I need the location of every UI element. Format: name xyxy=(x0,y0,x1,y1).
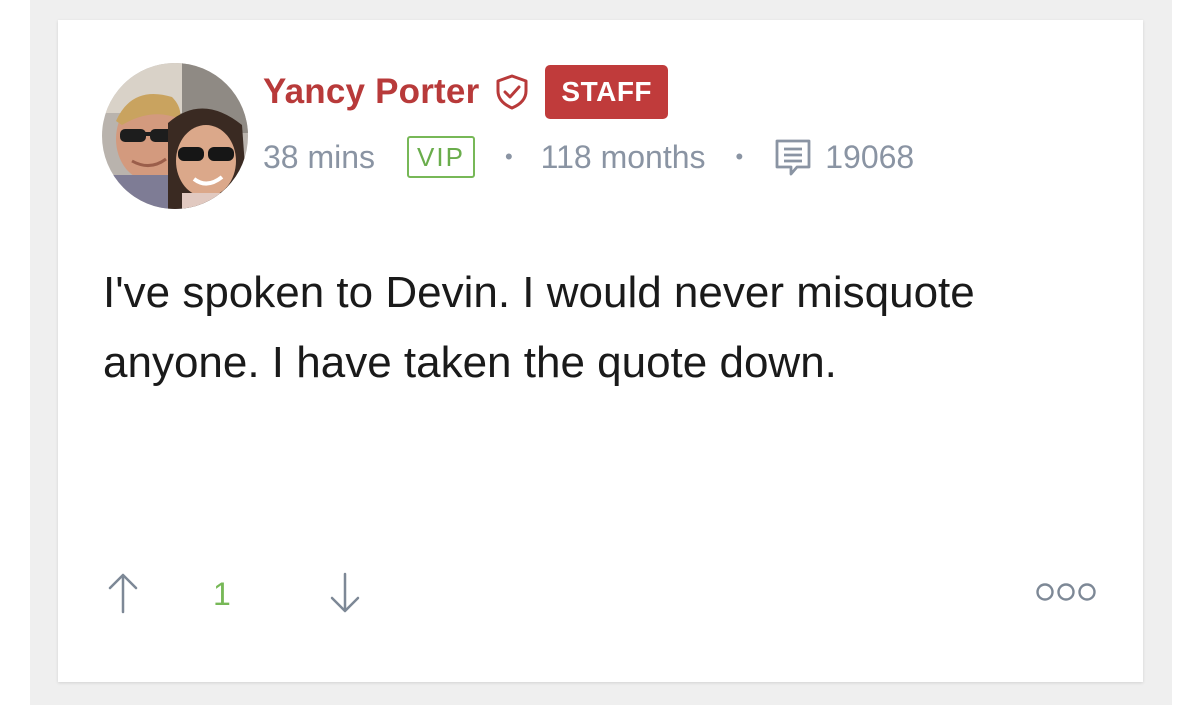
vip-badge: VIP xyxy=(407,136,475,178)
post-body: I've spoken to Devin. I would never misq… xyxy=(103,268,975,387)
arrow-up-icon[interactable] xyxy=(103,568,143,618)
post-card: Yancy Porter STAFF 38 mins VIP • 118 mon… xyxy=(58,20,1143,682)
page-background: Yancy Porter STAFF 38 mins VIP • 118 mon… xyxy=(0,0,1200,705)
meta-separator: • xyxy=(735,144,744,169)
post-time[interactable]: 38 mins xyxy=(263,139,375,176)
author-name[interactable]: Yancy Porter xyxy=(263,72,479,112)
arrow-down-icon[interactable] xyxy=(325,568,365,618)
more-options-icon[interactable] xyxy=(1034,580,1098,604)
comment-icon xyxy=(773,137,813,177)
post-actions: 1 xyxy=(103,568,1098,618)
meta-separator: • xyxy=(504,144,513,169)
post-count: 19068 xyxy=(825,138,915,175)
staff-badge: STAFF xyxy=(545,65,669,119)
vote-count: 1 xyxy=(213,576,231,612)
avatar[interactable] xyxy=(102,63,248,209)
author-row: Yancy Porter STAFF xyxy=(263,64,669,120)
avatar-photo xyxy=(102,63,248,209)
member-tenure: 118 months xyxy=(540,138,706,175)
shield-check-icon xyxy=(493,73,531,111)
post-meta: 38 mins VIP • 118 months • 19068 xyxy=(263,132,914,182)
